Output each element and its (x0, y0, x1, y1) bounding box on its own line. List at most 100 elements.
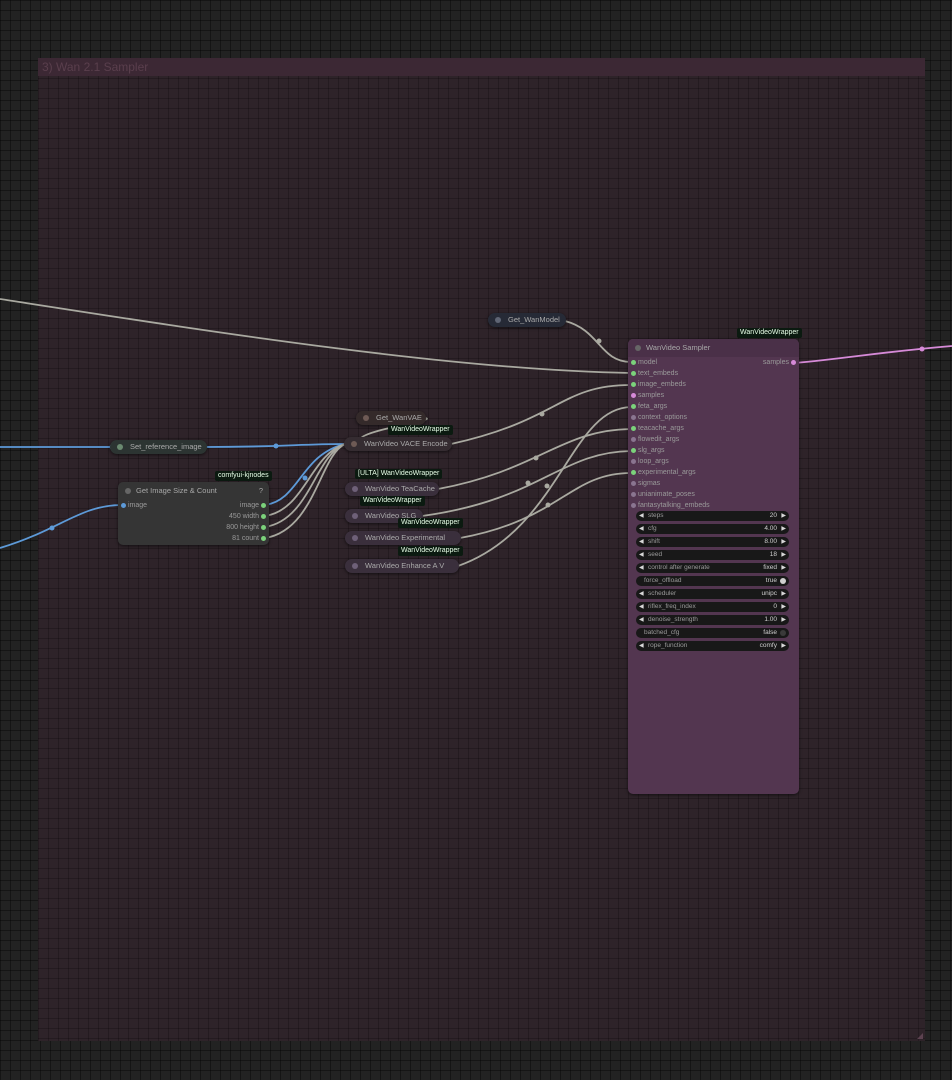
node-collapse-dot[interactable] (351, 441, 357, 447)
teacache-node[interactable]: WanVideo TeaCache (345, 482, 439, 496)
widget-label: seed (648, 551, 663, 558)
widget-value: 8.00 (764, 538, 777, 545)
widget-force-offload[interactable]: force_offload true (636, 576, 789, 586)
output-socket-count[interactable] (261, 536, 266, 541)
input-label-experimental-args: experimental_args (638, 469, 696, 476)
input-socket-fantasytalking-embeds[interactable] (631, 503, 636, 508)
input-socket-samples[interactable] (631, 393, 636, 398)
wire-samples-out (794, 345, 952, 364)
input-socket-image-embeds[interactable] (631, 382, 636, 387)
widget-denoise-strength[interactable]: ◀ denoise_strength 1.00 ▶ (636, 615, 789, 625)
widget-value: 0 (773, 603, 777, 610)
widget-value: 18 (769, 551, 777, 558)
input-label-slg-args: slg_args (638, 447, 665, 454)
node-collapse-dot[interactable] (352, 513, 358, 519)
input-socket-slg-args[interactable] (631, 448, 636, 453)
node-collapse-dot[interactable] (352, 535, 358, 541)
increment-arrow-icon[interactable]: ▶ (781, 537, 786, 547)
input-socket-experimental-args[interactable] (631, 470, 636, 475)
toggle-indicator-icon[interactable] (780, 630, 786, 636)
toggle-indicator-icon[interactable] (780, 578, 786, 584)
increment-arrow-icon[interactable]: ▶ (781, 563, 786, 573)
node-title: WanVideo VACE Encode (364, 439, 448, 448)
input-label-loop-args: loop_args (638, 458, 669, 465)
decrement-arrow-icon[interactable]: ◀ (639, 537, 644, 547)
widget-seed[interactable]: ◀ seed 18 ▶ (636, 550, 789, 560)
input-socket-loop-args[interactable] (631, 459, 636, 464)
increment-arrow-icon[interactable]: ▶ (781, 589, 786, 599)
decrement-arrow-icon[interactable]: ◀ (639, 589, 644, 599)
wire-image-to-getsize (0, 504, 123, 549)
enhance-node[interactable]: WanVideo Enhance A V (345, 559, 459, 573)
experimental-node[interactable]: WanVideo Experimental (345, 531, 461, 545)
node-title: WanVideo TeaCache (365, 484, 435, 493)
node-badge: WanVideoWrapper (388, 425, 453, 435)
node-badge: [ULTA] WanVideoWrapper (355, 469, 443, 479)
widget-riflex-freq-index[interactable]: ◀ riflex_freq_index 0 ▶ (636, 602, 789, 612)
input-socket-feta-args[interactable] (631, 404, 636, 409)
input-socket-unianimate-poses[interactable] (631, 492, 636, 497)
help-icon[interactable]: ? (259, 482, 263, 500)
widget-value: 1.00 (764, 616, 777, 623)
input-label-fantasytalking-embeds: fantasytalking_embeds (638, 502, 710, 509)
widget-label: rope_function (648, 642, 688, 649)
decrement-arrow-icon[interactable]: ◀ (639, 602, 644, 612)
node-collapse-dot[interactable] (352, 486, 358, 492)
node-collapse-dot[interactable] (363, 415, 369, 421)
decrement-arrow-icon[interactable]: ◀ (639, 563, 644, 573)
input-label-context-options: context_options (638, 414, 688, 421)
increment-arrow-icon[interactable]: ▶ (781, 615, 786, 625)
node-collapse-dot[interactable] (635, 345, 641, 351)
widget-batched-cfg[interactable]: batched_cfg false (636, 628, 789, 638)
increment-arrow-icon[interactable]: ▶ (781, 524, 786, 534)
widget-steps[interactable]: ◀ steps 20 ▶ (636, 511, 789, 521)
input-socket-sigmas[interactable] (631, 481, 636, 486)
get-wanvae-node[interactable]: Get_WanVAE (356, 411, 426, 425)
widget-value: 20 (769, 512, 777, 519)
input-socket-context-options[interactable] (631, 415, 636, 420)
widget-control-after-generate[interactable]: ◀ control after generate fixed ▶ (636, 563, 789, 573)
widget-value: fixed (763, 564, 777, 571)
input-socket-image[interactable] (121, 503, 126, 508)
increment-arrow-icon[interactable]: ▶ (781, 602, 786, 612)
output-label-height: 800 height (226, 524, 259, 531)
decrement-arrow-icon[interactable]: ◀ (639, 615, 644, 625)
output-socket-height[interactable] (261, 525, 266, 530)
decrement-arrow-icon[interactable]: ◀ (639, 550, 644, 560)
output-socket-samples[interactable] (791, 360, 796, 365)
widget-value: true (765, 577, 777, 584)
input-socket-flowedit-args[interactable] (631, 437, 636, 442)
output-socket-width[interactable] (261, 514, 266, 519)
widget-label: shift (648, 538, 660, 545)
decrement-arrow-icon[interactable]: ◀ (639, 511, 644, 521)
set-reference-image-node[interactable]: Set_reference_image (110, 440, 207, 454)
input-socket-text-embeds[interactable] (631, 371, 636, 376)
get-image-size-node[interactable]: Get Image Size & Count ? image image 450… (118, 482, 269, 545)
node-collapse-dot[interactable] (117, 444, 123, 450)
get-wanmodel-node[interactable]: Get_WanModel (488, 313, 566, 327)
increment-arrow-icon[interactable]: ▶ (781, 550, 786, 560)
node-collapse-dot[interactable] (125, 488, 131, 494)
node-collapse-dot[interactable] (495, 317, 501, 323)
decrement-arrow-icon[interactable]: ◀ (639, 524, 644, 534)
widget-cfg[interactable]: ◀ cfg 4.00 ▶ (636, 524, 789, 534)
increment-arrow-icon[interactable]: ▶ (781, 511, 786, 521)
node-title: WanVideo Experimental (365, 533, 446, 542)
widget-rope-function[interactable]: ◀ rope_function comfy ▶ (636, 641, 789, 651)
node-titlebar[interactable]: WanVideo Sampler (628, 339, 799, 357)
node-title: Set_reference_image (130, 442, 202, 451)
decrement-arrow-icon[interactable]: ◀ (639, 641, 644, 651)
wanvideo-sampler-node[interactable]: WanVideo Sampler samples model text_embed… (628, 339, 799, 794)
input-socket-teacache-args[interactable] (631, 426, 636, 431)
vace-encode-node[interactable]: WanVideo VACE Encode (344, 437, 452, 451)
node-titlebar[interactable]: Get Image Size & Count ? (118, 482, 269, 500)
widget-scheduler[interactable]: ◀ scheduler unipc ▶ (636, 589, 789, 599)
input-socket-model[interactable] (631, 360, 636, 365)
node-title: Get Image Size & Count (136, 486, 217, 495)
node-badge: comfyui-kjnodes (215, 471, 272, 481)
widget-shift[interactable]: ◀ shift 8.00 ▶ (636, 537, 789, 547)
node-collapse-dot[interactable] (352, 563, 358, 569)
increment-arrow-icon[interactable]: ▶ (781, 641, 786, 651)
output-socket-image[interactable] (261, 503, 266, 508)
input-label-samples: samples (638, 392, 665, 399)
